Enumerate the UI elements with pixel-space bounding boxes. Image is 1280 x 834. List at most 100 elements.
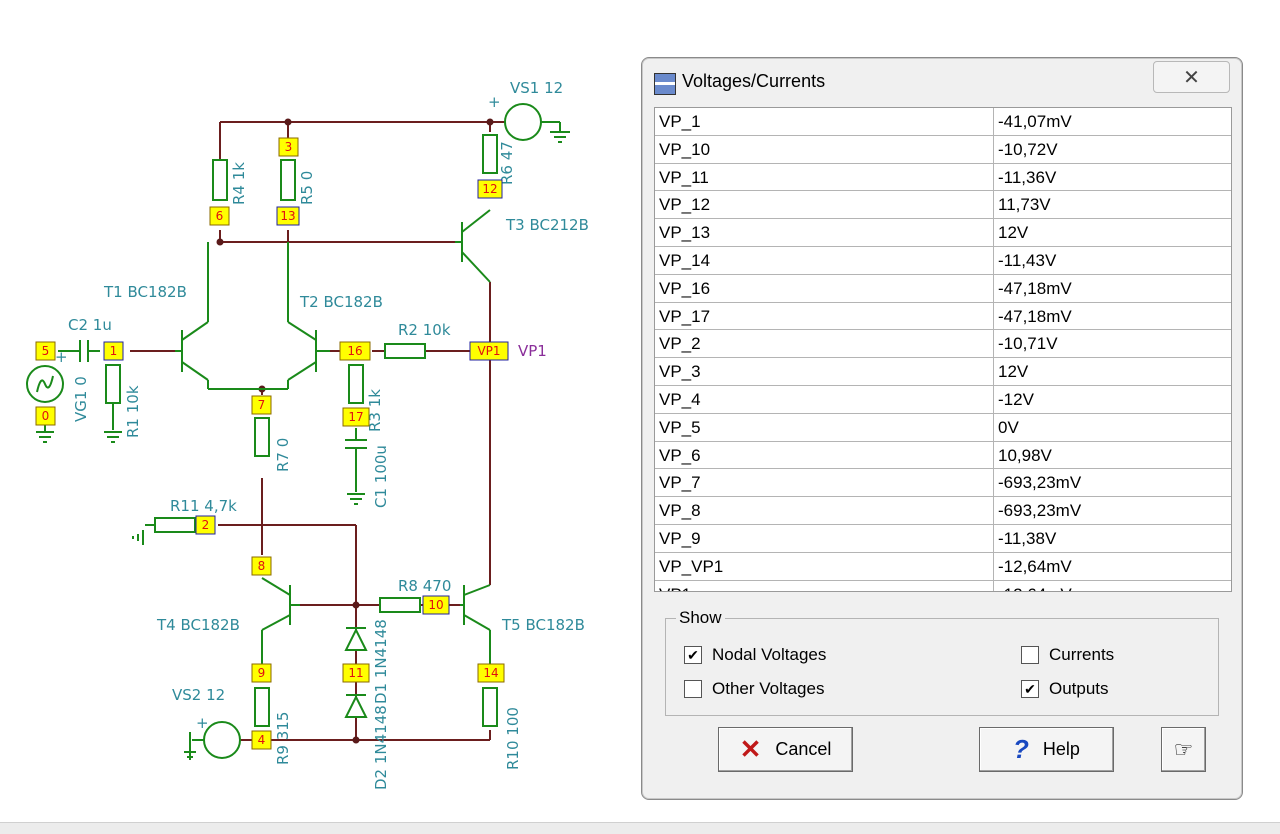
node-name-cell: VP_3: [655, 358, 994, 385]
node-9: 9: [258, 666, 266, 680]
table-row[interactable]: VP_10 -10,72V: [655, 135, 1231, 164]
outputs-label: Outputs: [1049, 679, 1109, 698]
vs2-plus: +: [196, 714, 209, 732]
other-voltages-box[interactable]: [684, 680, 702, 698]
table-row[interactable]: VP_12 11,73V: [655, 191, 1231, 220]
results-table[interactable]: VP_1 -41,07mV VP_10 -10,72V VP_11 -11,36V VP_1…: [654, 107, 1232, 592]
bottom-scroll-strip: [0, 822, 1280, 834]
t1-label: T1 BC182B: [103, 283, 187, 301]
r1-label: R1 10k: [124, 385, 142, 438]
value-cell: 12V: [998, 362, 1029, 382]
close-button[interactable]: ✕: [1153, 61, 1230, 93]
r10-label: R10 100: [504, 707, 522, 770]
node-name-cell: VP1: [655, 580, 994, 591]
component-labels: VS1 12 + R4 1k R5 0 R6 47 T3 BC212B T1 B…: [55, 79, 589, 790]
node-name-cell: VP_7: [655, 469, 994, 497]
table-row[interactable]: VP_2 -10,71V: [655, 330, 1231, 359]
value-cell: -11,36V: [998, 167, 1057, 187]
app-icon: [654, 73, 676, 95]
value-cell: 11,73V: [998, 195, 1051, 215]
table-row[interactable]: VP_5 0V: [655, 413, 1231, 442]
value-cell: -41,07mV: [998, 112, 1072, 131]
r11-label: R11 4,7k: [170, 497, 237, 515]
d2-label: D2 1N4148: [372, 705, 390, 790]
pointer-button[interactable]: ☞: [1161, 727, 1206, 772]
outputs-checkbox[interactable]: ✔ Outputs: [1021, 679, 1109, 699]
circuit-schematic: VS1 12 + R4 1k R5 0 R6 47 T3 BC212B T1 B…: [26, 79, 589, 790]
outputs-box[interactable]: ✔: [1021, 680, 1039, 698]
table-row[interactable]: VP_7 -693,23mV: [655, 469, 1231, 498]
node-markers: 5 1 0 3 6 13 12 16 VP1 7 17 2 8 10 11 9 …: [35, 137, 509, 750]
r2-label: R2 10k: [398, 321, 451, 339]
table-row[interactable]: VP_1 -41,07mV: [655, 108, 1231, 136]
vs2-label: VS2 12: [172, 686, 225, 704]
show-group: Show ✔ Nodal Voltages Other Voltages Cur…: [665, 608, 1219, 716]
node-vp1: VP1: [477, 344, 500, 358]
table-row[interactable]: VP_16 -47,18mV: [655, 274, 1231, 303]
table-row[interactable]: VP_11 -11,36V: [655, 163, 1231, 192]
node-10: 10: [428, 598, 443, 612]
table-row[interactable]: VP_13 12V: [655, 219, 1231, 247]
show-legend: Show: [676, 608, 725, 628]
table-row[interactable]: VP_14 -11,43V: [655, 246, 1231, 275]
nodal-voltages-checkbox[interactable]: ✔ Nodal Voltages: [684, 645, 826, 665]
nodal-voltages-box[interactable]: ✔: [684, 646, 702, 664]
node-5: 5: [42, 344, 50, 358]
value-cell: -12V: [998, 389, 1034, 409]
currents-box[interactable]: [1021, 646, 1039, 664]
c2-label: C2 1u: [68, 316, 112, 334]
node-name-cell: VP_5: [655, 413, 994, 441]
node-name-cell: VP_17: [655, 302, 994, 330]
table-row[interactable]: VP_4 -12V: [655, 385, 1231, 414]
node-name-cell: VP_16: [655, 274, 994, 302]
node-name-cell: VP_4: [655, 385, 994, 413]
node-name-cell: VP_6: [655, 441, 994, 469]
wires: [130, 121, 505, 741]
help-button-label: Help: [1042, 739, 1080, 759]
table-row[interactable]: VP_9 -11,38V: [655, 524, 1231, 553]
node-4: 4: [258, 733, 266, 747]
cancel-button-label: Cancel: [775, 739, 832, 759]
node-name-cell: VP_11: [655, 163, 994, 191]
currents-label: Currents: [1049, 645, 1115, 664]
question-icon: ?: [1013, 734, 1029, 764]
node-6: 6: [216, 209, 224, 223]
value-cell: -11,43V: [998, 250, 1057, 270]
window-title: Voltages/Currents: [682, 71, 826, 91]
table-row[interactable]: VP_3 12V: [655, 358, 1231, 386]
t2-label: T2 BC182B: [299, 293, 383, 311]
voltages-currents-dialog: Voltages/Currents ✕ VP_1 -41,07mV VP_10 -10…: [641, 57, 1243, 800]
node-17: 17: [348, 410, 363, 424]
cancel-button[interactable]: ✕ Cancel: [718, 727, 853, 772]
node-0: 0: [42, 409, 50, 423]
value-cell: -693,23mV: [998, 501, 1082, 521]
value-cell: -47,18mV: [998, 278, 1072, 298]
table-row[interactable]: VP1-12,64mV: [655, 580, 1231, 591]
r6-label: R6 47: [498, 141, 516, 185]
close-icon: ✕: [1183, 66, 1200, 89]
vg1-label: VG1 0: [72, 376, 90, 422]
vg1-plus: +: [55, 348, 68, 366]
d1-label: D1 1N4148: [372, 619, 390, 704]
other-voltages-checkbox[interactable]: Other Voltages: [684, 679, 824, 699]
node-name-cell: VP_14: [655, 246, 994, 274]
value-cell: 12V: [998, 223, 1029, 243]
title-bar[interactable]: Voltages/Currents ✕: [642, 58, 1242, 106]
table-row[interactable]: VP_8 -693,23mV: [655, 497, 1231, 525]
table-row[interactable]: VP_VP1 -12,64mV: [655, 552, 1231, 581]
table-row[interactable]: VP_17 -47,18mV: [655, 302, 1231, 331]
node-name-cell: VP_VP1: [655, 552, 994, 580]
node-name-cell: VP_8: [655, 497, 994, 524]
r7-label: R7 0: [274, 438, 292, 472]
currents-checkbox[interactable]: Currents: [1021, 645, 1114, 665]
r8-label: R8 470: [398, 577, 451, 595]
t3-label: T3 BC212B: [505, 216, 589, 234]
node-11: 11: [348, 666, 363, 680]
node-name-cell: VP_12: [655, 191, 994, 219]
node-name-cell: VP_13: [655, 219, 994, 246]
table-row[interactable]: VP_6 10,98V: [655, 441, 1231, 470]
pointing-hand-icon: ☞: [1173, 736, 1194, 762]
value-cell: 0V: [998, 417, 1019, 437]
node-2: 2: [202, 518, 210, 532]
help-button[interactable]: ? Help: [979, 727, 1114, 772]
